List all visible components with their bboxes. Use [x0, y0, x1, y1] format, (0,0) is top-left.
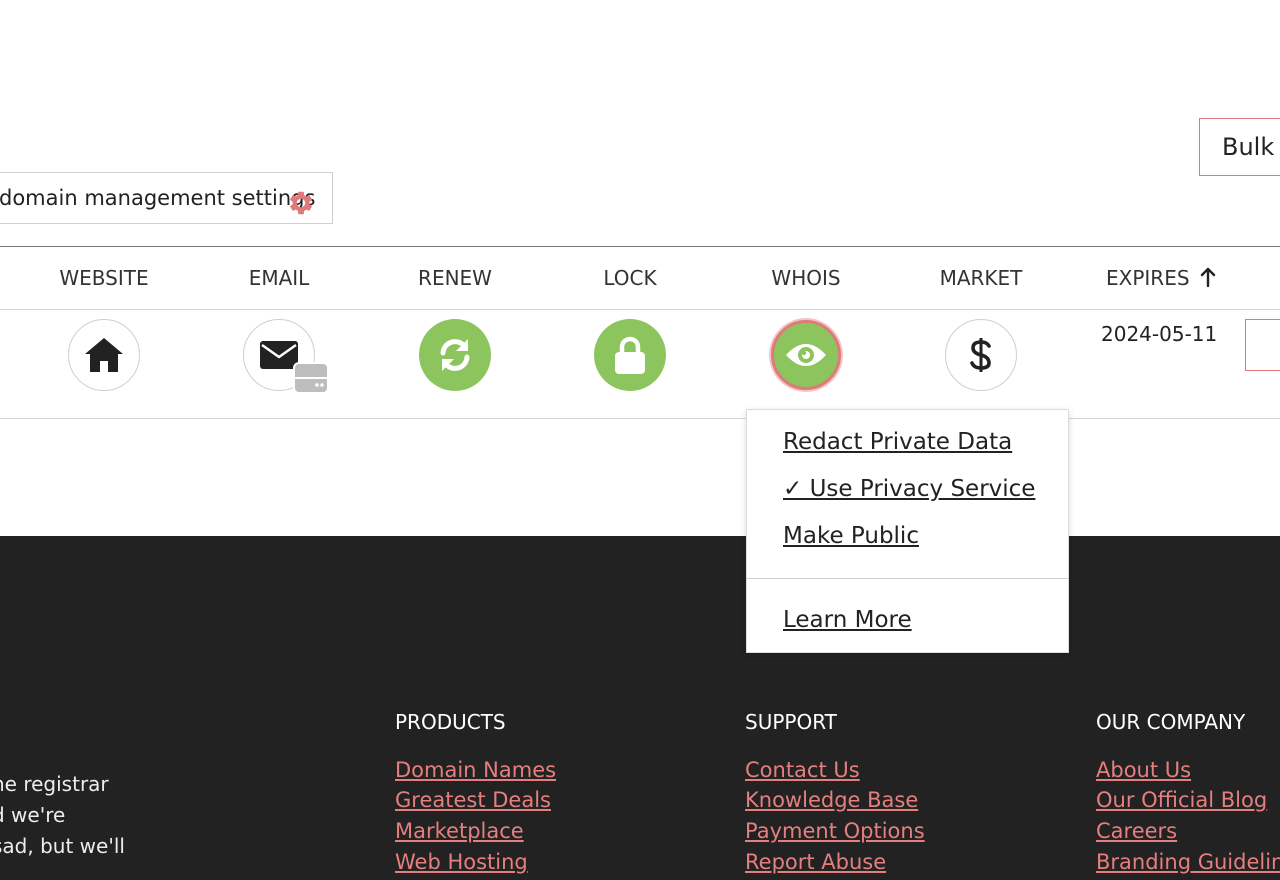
home-icon	[85, 338, 123, 372]
table-row-divider	[0, 418, 1280, 419]
footer	[0, 536, 1280, 880]
table-top-divider	[0, 246, 1280, 247]
footer-heading-company: OUR COMPANY	[1096, 710, 1246, 734]
whois-button[interactable]	[771, 320, 841, 390]
footer-link[interactable]: Careers	[1096, 819, 1177, 843]
footer-heading-support: SUPPORT	[745, 710, 837, 734]
row-action-button[interactable]	[1245, 319, 1280, 371]
eye-icon	[786, 344, 826, 366]
column-header-whois[interactable]: WHOIS	[726, 266, 886, 290]
footer-link[interactable]: Report Abuse	[745, 850, 886, 874]
gear-icon	[287, 185, 315, 235]
column-header-renew[interactable]: RENEW	[375, 266, 535, 290]
menu-item-redact-private-data[interactable]: Redact Private Data	[783, 429, 1012, 455]
server-icon	[293, 362, 329, 394]
footer-link[interactable]: Knowledge Base	[745, 788, 918, 812]
footer-link[interactable]: Contact Us	[745, 758, 860, 782]
bulk-button[interactable]: Bulk	[1199, 118, 1280, 176]
lock-icon	[615, 336, 645, 374]
menu-item-make-public[interactable]: Make Public	[783, 523, 919, 549]
renew-button[interactable]	[419, 319, 491, 391]
column-header-website[interactable]: WEBSITE	[24, 266, 184, 290]
table-header-divider	[0, 309, 1280, 310]
refresh-icon	[440, 339, 470, 371]
website-button[interactable]	[68, 319, 140, 391]
expires-label: EXPIRES	[1106, 266, 1190, 290]
bulk-button-label: Bulk	[1222, 133, 1275, 161]
footer-link[interactable]: Payment Options	[745, 819, 925, 843]
column-header-market[interactable]: MARKET	[901, 266, 1061, 290]
menu-item-learn-more[interactable]: Learn More	[783, 607, 912, 633]
footer-tagline-line: ne registrar	[0, 772, 109, 796]
whois-dropdown-menu: Redact Private Data ✓ Use Privacy Servic…	[746, 409, 1069, 653]
footer-link[interactable]: Greatest Deals	[395, 788, 551, 812]
expires-date: 2024-05-11	[1101, 322, 1218, 346]
column-header-lock[interactable]: LOCK	[550, 266, 710, 290]
lock-button[interactable]	[594, 319, 666, 391]
footer-link[interactable]: Branding Guidelines	[1096, 850, 1280, 874]
domain-settings-button[interactable]: domain management settings	[0, 172, 333, 224]
footer-link[interactable]: Web Hosting	[395, 850, 528, 874]
market-button[interactable]	[945, 319, 1017, 391]
arrow-up-icon	[1200, 267, 1216, 288]
footer-link[interactable]: Our Official Blog	[1096, 788, 1267, 812]
footer-link[interactable]: Marketplace	[395, 819, 524, 843]
column-header-email[interactable]: EMAIL	[199, 266, 359, 290]
footer-heading-products: PRODUCTS	[395, 710, 506, 734]
column-header-expires[interactable]: EXPIRES	[1106, 266, 1216, 290]
footer-link[interactable]: Domain Names	[395, 758, 556, 782]
domain-settings-label: domain management settings	[0, 186, 316, 210]
footer-link[interactable]: About Us	[1096, 758, 1191, 782]
footer-tagline-line: sad, but we'll	[0, 834, 125, 858]
dollar-icon	[970, 338, 991, 372]
footer-tagline-line: d we're	[0, 803, 66, 827]
menu-item-use-privacy-service[interactable]: ✓ Use Privacy Service	[783, 476, 1035, 502]
menu-divider	[747, 578, 1068, 579]
